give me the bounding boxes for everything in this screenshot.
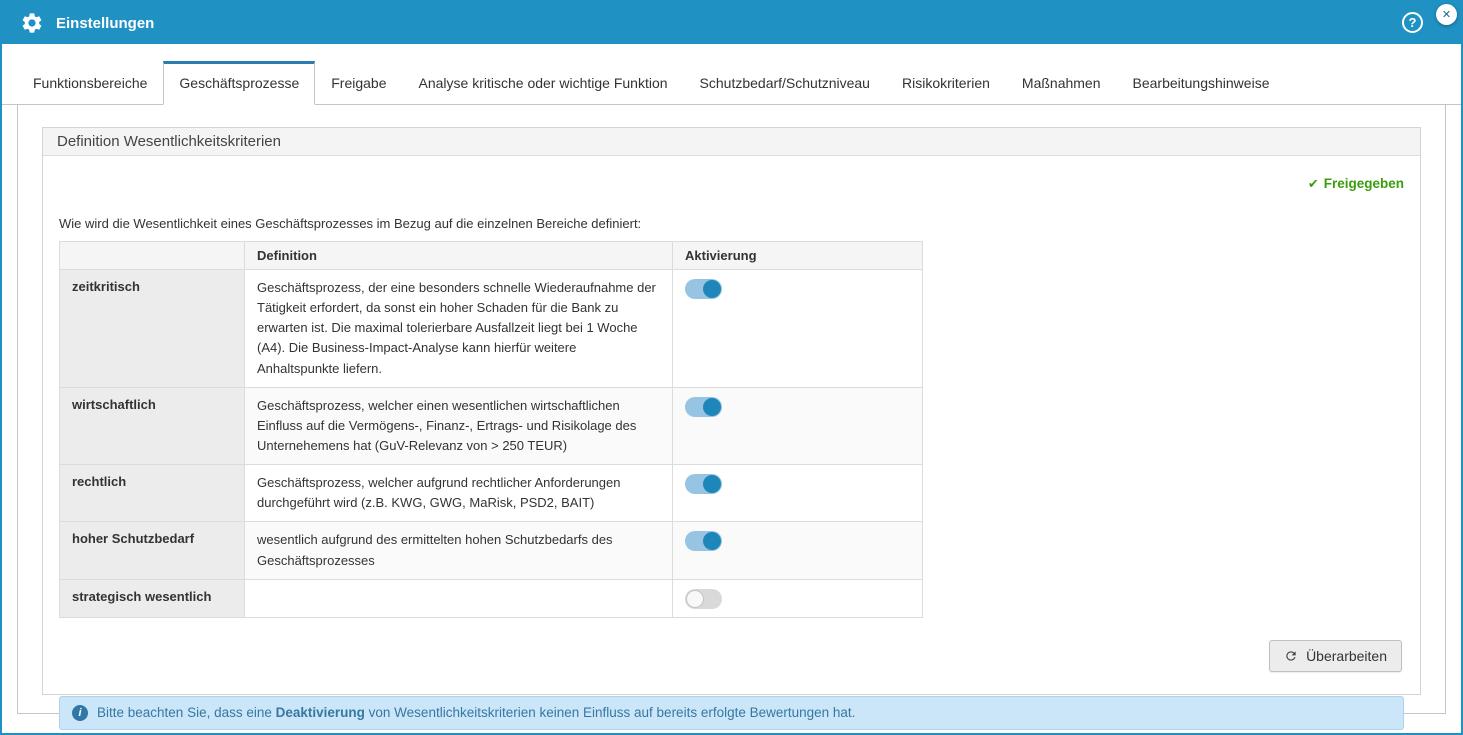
toggle-rechtlich[interactable] (685, 474, 722, 494)
tab-freigabe[interactable]: Freigabe (315, 61, 402, 104)
titlebar: Einstellungen ? (2, 2, 1461, 44)
window-title: Einstellungen (56, 15, 154, 32)
column-header-definition: Definition (245, 242, 673, 270)
table-row-wirtschaftlich: wirtschaftlich Geschäftsprozess, welcher… (60, 387, 923, 464)
table-header-row: Definition Aktivierung (60, 242, 923, 270)
settings-window: Einstellungen ? ✕ Funktionsbereiche Gesc… (0, 0, 1463, 735)
tab-analyse-kritische-funktion[interactable]: Analyse kritische oder wichtige Funktion (403, 61, 684, 104)
toggle-strategisch-wesentlich[interactable] (685, 589, 722, 609)
row-activation-cell (673, 387, 923, 464)
info-icon: i (72, 705, 88, 721)
ueberarbeiten-button[interactable]: Überarbeiten (1269, 640, 1402, 672)
panel-body: ✔ Freigegeben Wie wird die Wesentlichkeit… (43, 156, 1420, 735)
row-activation-cell (673, 522, 923, 579)
row-label: hoher Schutzbedarf (60, 522, 245, 579)
gear-icon (20, 11, 44, 35)
row-label: rechtlich (60, 465, 245, 522)
tab-funktionsbereiche[interactable]: Funktionsbereiche (17, 61, 163, 104)
column-header-aktivierung: Aktivierung (673, 242, 923, 270)
info-bar: i Bitte beachten Sie, dass eine Deaktivi… (59, 696, 1404, 730)
toggle-knob (703, 532, 721, 550)
row-activation-cell (673, 465, 923, 522)
table-row-hoher-schutzbedarf: hoher Schutzbedarf wesentlich aufgrund d… (60, 522, 923, 579)
tab-schutzbedarf-schutzniveau[interactable]: Schutzbedarf/Schutzniveau (684, 61, 886, 104)
status-label: Freigegeben (1324, 176, 1404, 191)
row-definition: Geschäftsprozess, welcher aufgrund recht… (245, 465, 673, 522)
tab-geschaeftsprozesse[interactable]: Geschäftsprozesse (163, 61, 315, 105)
tab-bearbeitungshinweise[interactable]: Bearbeitungshinweise (1117, 61, 1286, 104)
table-row-rechtlich: rechtlich Geschäftsprozess, welcher aufg… (60, 465, 923, 522)
button-row: Überarbeiten (59, 640, 1404, 672)
toggle-knob (703, 280, 721, 298)
tab-risikokriterien[interactable]: Risikokriterien (886, 61, 1006, 104)
row-label: strategisch wesentlich (60, 579, 245, 617)
check-icon: ✔ (1308, 176, 1319, 191)
toggle-knob (686, 590, 704, 608)
toggle-knob (703, 398, 721, 416)
row-definition: Geschäftsprozess, der eine besonders sch… (245, 270, 673, 388)
table-row-strategisch-wesentlich: strategisch wesentlich (60, 579, 923, 617)
ueberarbeiten-button-label: Überarbeiten (1306, 648, 1387, 664)
refresh-icon (1284, 649, 1298, 663)
panel-title: Definition Wesentlichkeitskriterien (43, 128, 1420, 156)
row-definition: Geschäftsprozess, welcher einen wesentli… (245, 387, 673, 464)
column-header-empty (60, 242, 245, 270)
close-button[interactable]: ✕ (1436, 4, 1457, 25)
row-activation-cell (673, 270, 923, 388)
toggle-knob (703, 475, 721, 493)
definition-panel: Definition Wesentlichkeitskriterien ✔ Fre… (42, 127, 1421, 695)
toggle-hoher-schutzbedarf[interactable] (685, 531, 722, 551)
status-badge: ✔ Freigegeben (59, 176, 1404, 192)
info-message: Bitte beachten Sie, dass eine Deaktivier… (97, 705, 855, 720)
row-label: zeitkritisch (60, 270, 245, 388)
row-definition (245, 579, 673, 617)
tab-content-pane: Definition Wesentlichkeitskriterien ✔ Fre… (17, 105, 1446, 714)
intro-text: Wie wird die Wesentlichkeit eines Geschä… (59, 216, 1404, 231)
toggle-zeitkritisch[interactable] (685, 279, 722, 299)
row-definition: wesentlich aufgrund des ermittelten hohe… (245, 522, 673, 579)
criteria-table: Definition Aktivierung zeitkritisch Gesc… (59, 241, 923, 618)
help-button[interactable]: ? (1402, 12, 1423, 33)
table-row-zeitkritisch: zeitkritisch Geschäftsprozess, der eine … (60, 270, 923, 388)
row-label: wirtschaftlich (60, 387, 245, 464)
row-activation-cell (673, 579, 923, 617)
tab-massnahmen[interactable]: Maßnahmen (1006, 61, 1117, 104)
toggle-wirtschaftlich[interactable] (685, 397, 722, 417)
tab-bar: Funktionsbereiche Geschäftsprozesse Frei… (2, 44, 1461, 105)
